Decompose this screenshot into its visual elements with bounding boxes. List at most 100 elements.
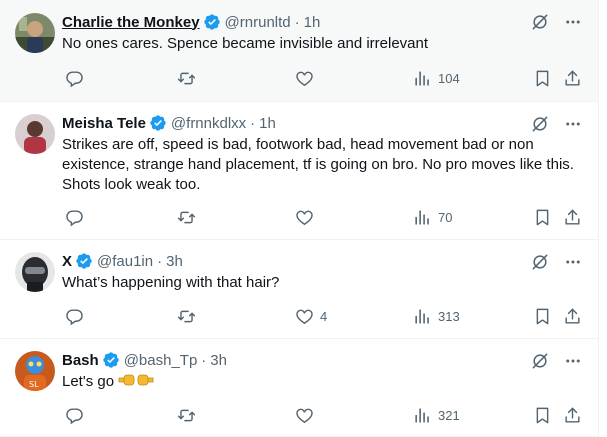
tweet-text: What’s happening with that hair? [62, 274, 280, 291]
retweet-button[interactable] [177, 405, 202, 425]
share-button[interactable] [563, 68, 582, 88]
share-icon [565, 308, 580, 324]
avatar[interactable] [15, 13, 55, 53]
more-icon[interactable] [564, 13, 582, 31]
tweet-header: Meisha Tele @frnnkdlxx · 1h [62, 113, 582, 133]
verified-badge-icon [203, 14, 220, 30]
timestamp[interactable]: 1h [259, 115, 276, 132]
reply-button[interactable] [65, 207, 90, 227]
user-handle[interactable]: @bash_Tp [124, 352, 198, 369]
retweet-button[interactable] [177, 306, 202, 326]
more-icon[interactable] [564, 352, 582, 370]
svg-text:SL: SL [29, 380, 39, 389]
view-count: 321 [438, 407, 460, 423]
reply-button[interactable] [65, 68, 90, 88]
tweet-text: Let's go [62, 372, 582, 394]
tweet-text-content: Let's go [62, 373, 115, 390]
timestamp[interactable]: 1h [304, 14, 321, 31]
display-name[interactable]: Bash [62, 352, 99, 369]
like-button[interactable] [295, 68, 320, 88]
display-name[interactable]: Charlie the Monkey [62, 14, 200, 31]
reply-icon [66, 308, 83, 325]
bookmark-icon [536, 209, 549, 225]
retweet-button[interactable] [177, 207, 202, 227]
user-handle[interactable]: @rnrunltd [225, 14, 291, 31]
avatar[interactable] [15, 114, 55, 154]
view-count: 70 [438, 209, 453, 225]
verified-badge-icon [150, 115, 166, 131]
tweet-text: No ones cares. Spence became invisible a… [62, 35, 429, 52]
grok-icon[interactable] [530, 252, 550, 272]
tweet[interactable]: Meisha Tele @frnnkdlxx · 1h Strikes are … [0, 102, 598, 240]
views-button[interactable]: 104 [413, 68, 460, 88]
share-icon [565, 70, 580, 86]
reply-icon [66, 407, 83, 424]
reply-feed: Charlie the Monkey @rnrunltd · 1h No one… [0, 0, 599, 437]
bookmark-icon [536, 70, 549, 86]
views-icon [415, 70, 429, 86]
view-count: 104 [438, 70, 460, 86]
retweet-icon [177, 310, 196, 322]
bookmark-button[interactable] [533, 207, 552, 227]
views-icon [415, 308, 429, 324]
verified-badge-icon [76, 253, 92, 269]
like-button[interactable] [295, 207, 320, 227]
share-icon [565, 407, 580, 423]
bookmark-button[interactable] [533, 405, 552, 425]
retweet-button[interactable] [177, 68, 202, 88]
view-count: 313 [438, 308, 460, 324]
timestamp[interactable]: 3h [166, 253, 183, 270]
retweet-icon [177, 211, 196, 223]
timestamp[interactable]: 3h [210, 352, 227, 369]
grok-icon[interactable] [530, 12, 550, 32]
more-icon[interactable] [564, 115, 582, 133]
tweet[interactable]: Charlie the Monkey @rnrunltd · 1h No one… [0, 0, 598, 102]
verified-badge-icon [103, 352, 119, 368]
tweet-header: X @fau1in · 3h [62, 251, 582, 271]
separator: · [250, 114, 256, 132]
more-icon[interactable] [564, 253, 582, 271]
tweet[interactable]: X @fau1in · 3h What’s happening with tha… [0, 240, 598, 339]
tweet-text: Strikes are off, speed is bad, footwork … [62, 136, 579, 193]
like-count: 4 [320, 308, 328, 324]
separator: · [157, 252, 163, 270]
retweet-icon [177, 409, 196, 421]
share-icon [565, 209, 580, 225]
like-button[interactable] [295, 405, 320, 425]
views-icon [415, 209, 429, 225]
avatar[interactable]: SL [15, 351, 55, 391]
views-button[interactable]: 313 [413, 306, 460, 326]
separator: · [201, 351, 207, 369]
user-handle[interactable]: @frnnkdlxx [171, 115, 246, 132]
share-button[interactable] [563, 405, 582, 425]
tweet-header: Bash @bash_Tp · 3h [62, 350, 582, 370]
like-icon [296, 408, 313, 423]
grok-icon[interactable] [530, 351, 550, 371]
display-name[interactable]: X [62, 253, 72, 270]
views-button[interactable]: 70 [413, 207, 452, 227]
tweet[interactable]: SL Bash @bash_Tp · 3h Let's go 321 [0, 339, 598, 437]
like-icon [296, 210, 313, 225]
reply-icon [66, 70, 83, 87]
like-button[interactable]: 4 [295, 306, 327, 326]
views-icon [415, 407, 429, 423]
views-button[interactable]: 321 [413, 405, 460, 425]
reply-icon [66, 209, 83, 226]
reply-button[interactable] [65, 306, 90, 326]
share-button[interactable] [563, 306, 582, 326]
grok-icon[interactable] [530, 114, 550, 134]
separator: · [294, 13, 300, 31]
user-handle[interactable]: @fau1in [97, 253, 153, 270]
bookmark-button[interactable] [533, 68, 552, 88]
bookmark-icon [536, 308, 549, 324]
display-name[interactable]: Meisha Tele [62, 115, 146, 132]
avatar[interactable] [15, 252, 55, 292]
reply-button[interactable] [65, 405, 90, 425]
like-icon [296, 309, 313, 324]
like-icon [296, 71, 313, 86]
share-button[interactable] [563, 207, 582, 227]
bookmark-icon [536, 407, 549, 423]
bookmark-button[interactable] [533, 306, 552, 326]
retweet-icon [177, 72, 196, 84]
tweet-header: Charlie the Monkey @rnrunltd · 1h [62, 12, 582, 32]
